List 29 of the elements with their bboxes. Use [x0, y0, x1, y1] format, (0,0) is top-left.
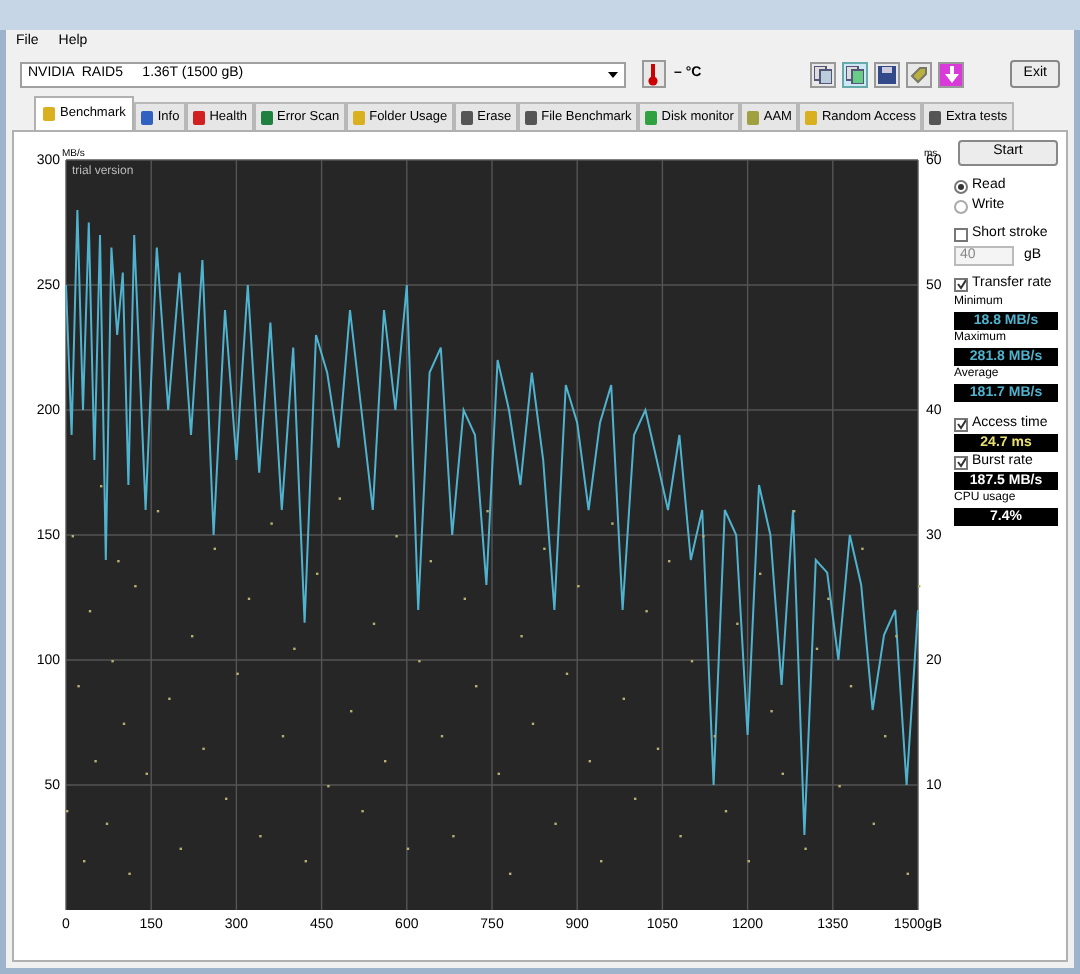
tab-icon — [351, 109, 366, 125]
copy-button[interactable] — [810, 61, 837, 87]
tab-icon — [259, 109, 274, 125]
tab-icon — [191, 109, 206, 125]
options-button[interactable] — [906, 61, 933, 87]
radio-button[interactable] — [954, 179, 968, 193]
checkbox[interactable] — [954, 417, 968, 431]
caret-icon — [607, 71, 618, 77]
tab-icon — [803, 109, 818, 125]
checkbox[interactable] — [954, 455, 968, 469]
tab-icon — [42, 106, 56, 122]
tab-icon — [745, 109, 760, 125]
tab-icon — [927, 109, 942, 125]
tab-icon — [643, 109, 658, 125]
checkbox[interactable] — [954, 227, 968, 241]
save-button[interactable] — [874, 61, 901, 87]
temperature-button[interactable] — [641, 60, 667, 88]
tag-icon — [910, 65, 929, 83]
tab-icon — [139, 109, 154, 125]
tab-icon — [459, 109, 474, 125]
download-button[interactable] — [938, 61, 965, 87]
copy-image-button[interactable] — [842, 61, 869, 87]
arrow-down-icon — [943, 65, 960, 83]
thermometer-icon — [648, 63, 659, 85]
tab-icon — [523, 109, 538, 125]
copy-icon — [846, 65, 865, 83]
checkbox[interactable] — [954, 277, 968, 291]
radio-button[interactable] — [954, 199, 968, 213]
copy-icon — [814, 65, 833, 83]
